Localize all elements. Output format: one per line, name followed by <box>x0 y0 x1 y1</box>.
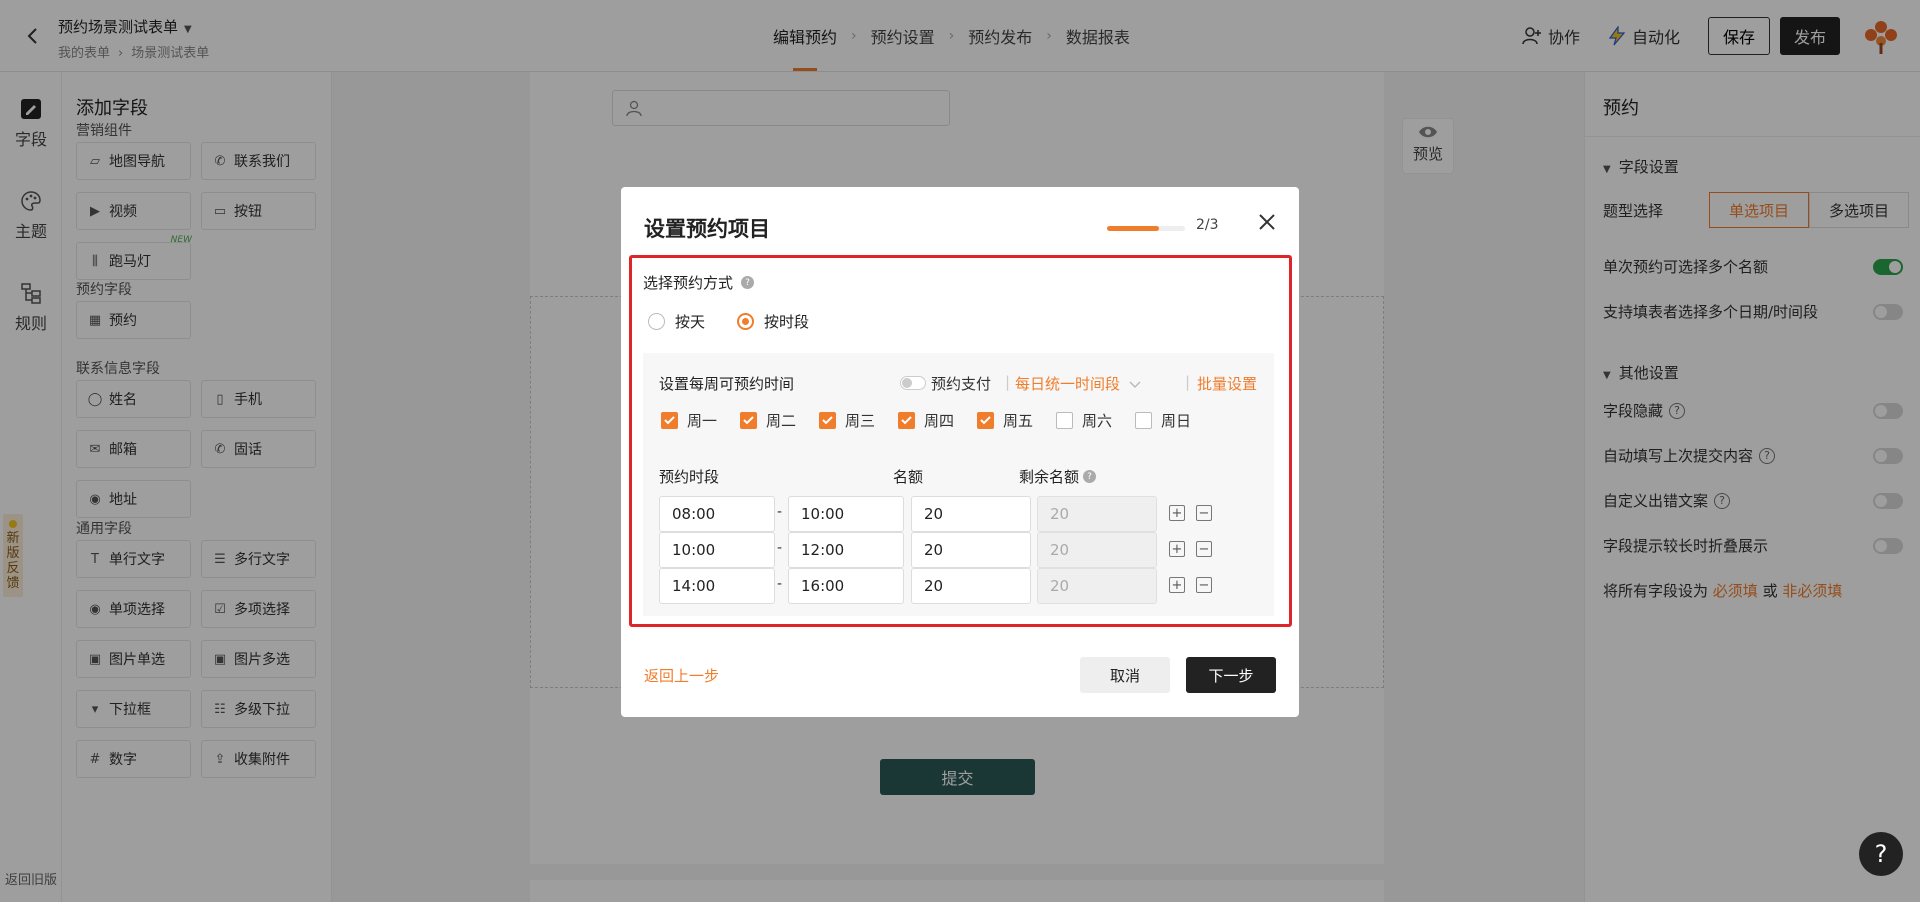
checkbox[interactable] <box>1056 412 1073 429</box>
slot-start-input[interactable]: 14:00 <box>659 568 775 604</box>
add-slot-icon[interactable]: + <box>1169 577 1185 593</box>
payment-toggle[interactable] <box>900 376 926 390</box>
appointment-modal: 设置预约项目 2/3 选择预约方式? 按天 按时段 设置每周可预约时间 预约支付… <box>621 187 1299 717</box>
cancel-button[interactable]: 取消 <box>1080 657 1170 693</box>
weekday-option[interactable]: 周二 <box>740 410 819 431</box>
col-quota-header: 名额 <box>893 468 924 486</box>
payment-label: 预约支付 <box>931 375 992 393</box>
radio-by-day-label[interactable]: 按天 <box>675 311 705 332</box>
slot-start-input[interactable]: 10:00 <box>659 532 775 568</box>
col-remaining-header: 剩余名额? <box>1019 466 1097 487</box>
checkbox[interactable] <box>1135 412 1152 429</box>
next-step-button[interactable]: 下一步 <box>1186 657 1276 693</box>
remaining-quota-input: 20 <box>1037 532 1157 568</box>
slot-end-input[interactable]: 16:00 <box>788 568 904 604</box>
close-icon[interactable] <box>1257 212 1277 232</box>
weekday-label: 周六 <box>1082 412 1113 430</box>
checkbox[interactable] <box>819 412 836 429</box>
radio-by-day[interactable] <box>648 313 665 330</box>
range-dash: - <box>777 540 783 556</box>
help-icon[interactable]: ? <box>741 276 755 289</box>
radio-by-slot-label[interactable]: 按时段 <box>764 311 809 332</box>
checkbox[interactable] <box>898 412 915 429</box>
slot-start-input[interactable]: 08:00 <box>659 496 775 532</box>
weekday-label: 周四 <box>924 412 955 430</box>
slot-end-input[interactable]: 10:00 <box>788 496 904 532</box>
checkbox[interactable] <box>740 412 757 429</box>
weekday-label: 周五 <box>1003 412 1034 430</box>
batch-settings-link[interactable]: 批量设置 <box>1197 373 1257 394</box>
weekday-option[interactable]: 周日 <box>1135 410 1214 431</box>
weekday-label: 周三 <box>845 412 876 430</box>
help-icon[interactable]: ? <box>1083 470 1097 483</box>
weekday-checkboxes: 周一 周二 周三 周四 周五 周六 周日 <box>661 410 1214 431</box>
progress-text: 2/3 <box>1196 217 1219 233</box>
quota-input[interactable]: 20 <box>911 568 1031 604</box>
checkbox[interactable] <box>661 412 678 429</box>
checkbox[interactable] <box>977 412 994 429</box>
quota-input[interactable]: 20 <box>911 496 1031 532</box>
same-time-dropdown[interactable]: 每日统一时间段 <box>1015 373 1141 394</box>
separator: | <box>1185 373 1191 391</box>
mode-radio-group: 按天 按时段 <box>648 311 809 332</box>
range-dash: - <box>777 504 783 520</box>
weekday-option[interactable]: 周三 <box>819 410 898 431</box>
step-progress-bar <box>1107 226 1185 231</box>
modal-title: 设置预约项目 <box>644 217 770 241</box>
check-icon <box>822 416 833 425</box>
col-slot-header: 预约时段 <box>659 468 720 486</box>
help-fab-button[interactable]: ? <box>1859 832 1903 876</box>
week-title: 设置每周可预约时间 <box>659 375 795 393</box>
add-slot-icon[interactable]: + <box>1169 541 1185 557</box>
weekday-option[interactable]: 周六 <box>1056 410 1135 431</box>
weekday-label: 周二 <box>766 412 797 430</box>
slot-end-input[interactable]: 12:00 <box>788 532 904 568</box>
weekday-option[interactable]: 周四 <box>898 410 977 431</box>
progress-fill <box>1107 226 1159 231</box>
weekly-schedule-box: 设置每周可预约时间 预约支付 | 每日统一时间段 | 批量设置 周一 周二 周三 周四… <box>643 353 1274 616</box>
weekday-option[interactable]: 周一 <box>661 410 740 431</box>
weekday-label: 周一 <box>687 412 718 430</box>
mode-label-row: 选择预约方式? <box>643 272 755 293</box>
same-time-label: 每日统一时间段 <box>1015 375 1121 393</box>
separator: | <box>1005 373 1011 391</box>
remaining-quota-input: 20 <box>1037 568 1157 604</box>
radio-by-slot[interactable] <box>737 313 755 330</box>
add-slot-icon[interactable]: + <box>1169 505 1185 521</box>
col-remaining-label: 剩余名额 <box>1019 468 1080 486</box>
remove-slot-icon[interactable]: − <box>1196 577 1212 593</box>
check-icon <box>980 416 991 425</box>
remove-slot-icon[interactable]: − <box>1196 505 1212 521</box>
back-step-link[interactable]: 返回上一步 <box>644 665 719 686</box>
remaining-quota-input: 20 <box>1037 496 1157 532</box>
quota-input[interactable]: 20 <box>911 532 1031 568</box>
check-icon <box>901 416 912 425</box>
weekday-option[interactable]: 周五 <box>977 410 1056 431</box>
check-icon <box>664 416 675 425</box>
remove-slot-icon[interactable]: − <box>1196 541 1212 557</box>
chevron-down-icon <box>1129 381 1141 389</box>
check-icon <box>743 416 754 425</box>
weekday-label: 周日 <box>1161 412 1192 430</box>
range-dash: - <box>777 576 783 592</box>
mode-label: 选择预约方式 <box>643 274 734 292</box>
